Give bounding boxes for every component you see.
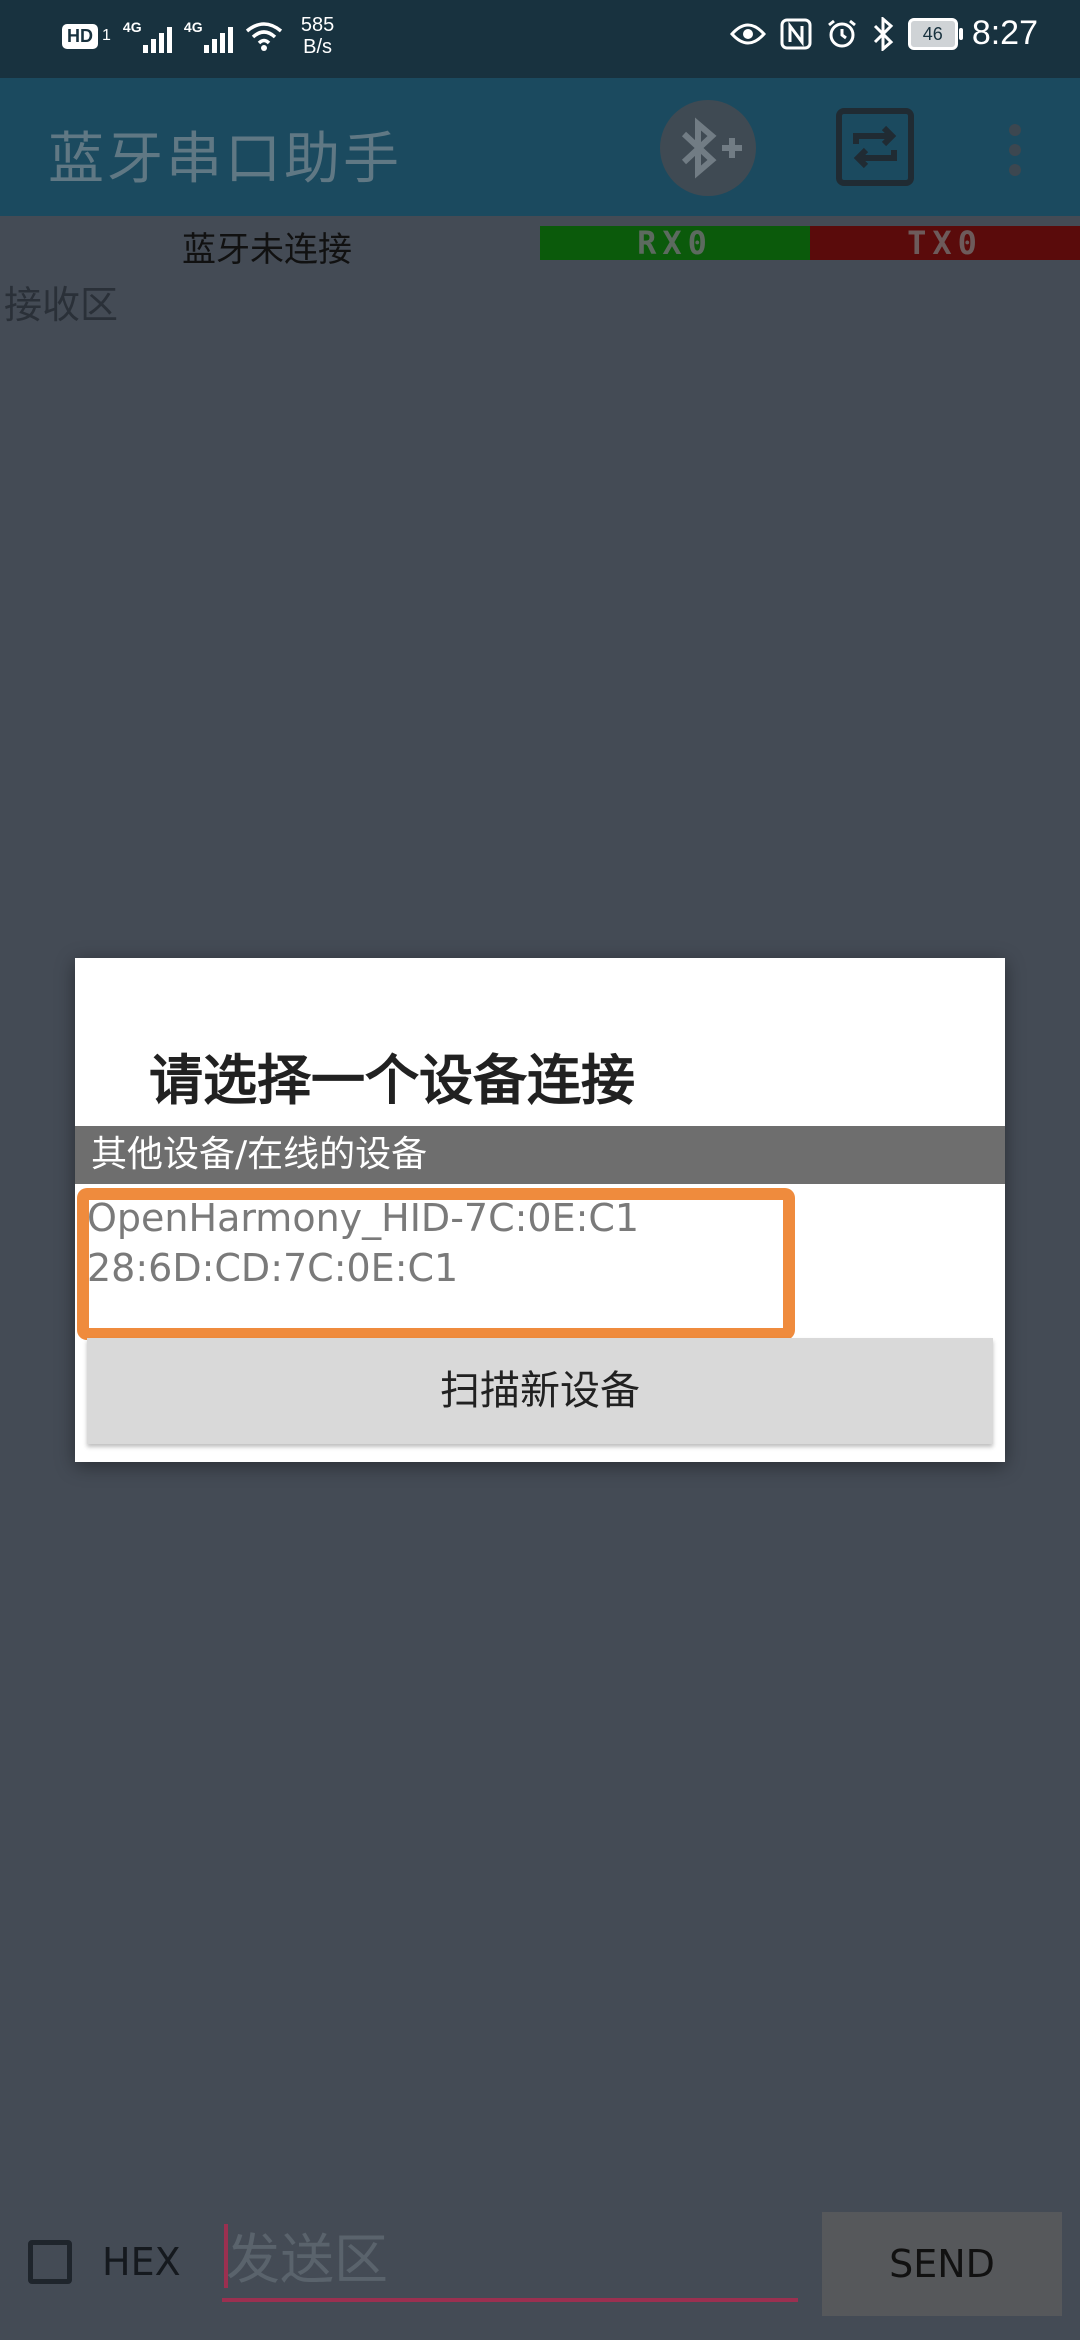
device-list-item[interactable]: OpenHarmony_HID-7C:0E:C1 28:6D:CD:7C:0E:… — [77, 1188, 795, 1340]
connection-status: 蓝牙未连接 — [182, 230, 352, 270]
overflow-menu-icon — [1009, 144, 1021, 156]
device-mac: 28:6D:CD:7C:0E:C1 — [87, 1246, 459, 1290]
alarm-icon — [827, 19, 856, 47]
nfc-icon — [780, 18, 812, 49]
bottom-bar: HEX SEND — [0, 2190, 1080, 2340]
bluetooth-icon — [873, 16, 894, 51]
clock: 8:27 — [971, 14, 1038, 52]
bluetooth-add-button[interactable] — [660, 100, 756, 196]
section-header: 其他设备/在线的设备 — [75, 1126, 1005, 1184]
app-bar: 蓝牙串口助手 — [0, 78, 1080, 216]
rx-counter: RX0 — [540, 226, 810, 260]
battery-icon: 46 — [907, 17, 963, 50]
hex-label: HEX — [102, 2240, 181, 2284]
signal-icon: 4G — [184, 19, 233, 53]
send-input[interactable] — [222, 2220, 798, 2302]
device-name: OpenHarmony_HID-7C:0E:C1 — [87, 1196, 640, 1240]
status-bar-right: 46 8:27 — [729, 14, 1038, 53]
wifi-icon — [245, 22, 283, 51]
receive-area-label: 接收区 — [4, 283, 119, 327]
scan-new-devices-button[interactable]: 扫描新设备 — [87, 1338, 993, 1444]
speed-value: 585 — [300, 14, 335, 36]
text-cursor — [224, 2224, 228, 2288]
device-select-dialog: 请选择一个设备连接 其他设备/在线的设备 OpenHarmony_HID-7C:… — [75, 958, 1005, 1462]
sim-badge: 1 — [102, 27, 111, 44]
hex-checkbox[interactable] — [28, 2240, 72, 2284]
signal-icon: 4G — [123, 19, 172, 53]
speed-unit: B/s — [303, 36, 333, 58]
overflow-menu-icon — [1009, 164, 1021, 176]
overflow-menu-icon — [1009, 124, 1021, 136]
dialog-title: 请选择一个设备连接 — [149, 1049, 635, 1112]
hd-badge: HD — [62, 23, 98, 49]
repeat-button[interactable] — [836, 108, 914, 186]
repeat-icon — [853, 125, 897, 169]
app-title: 蓝牙串口助手 — [48, 127, 402, 192]
network-speed: 585 B/s — [301, 14, 334, 58]
overflow-menu-button[interactable] — [1000, 118, 1030, 188]
tx-counter: TX0 — [810, 226, 1080, 260]
status-bar-left: HD 1 4G 4G 585 B/s — [62, 14, 334, 58]
network-type-label: 4G — [122, 19, 142, 35]
send-button[interactable]: SEND — [822, 2212, 1062, 2316]
bluetooth-add-icon — [681, 117, 742, 179]
eye-icon — [729, 23, 766, 44]
status-bar: HD 1 4G 4G 585 B/s 46 8:27 — [0, 0, 1080, 78]
network-type-label: 4G — [183, 19, 203, 35]
